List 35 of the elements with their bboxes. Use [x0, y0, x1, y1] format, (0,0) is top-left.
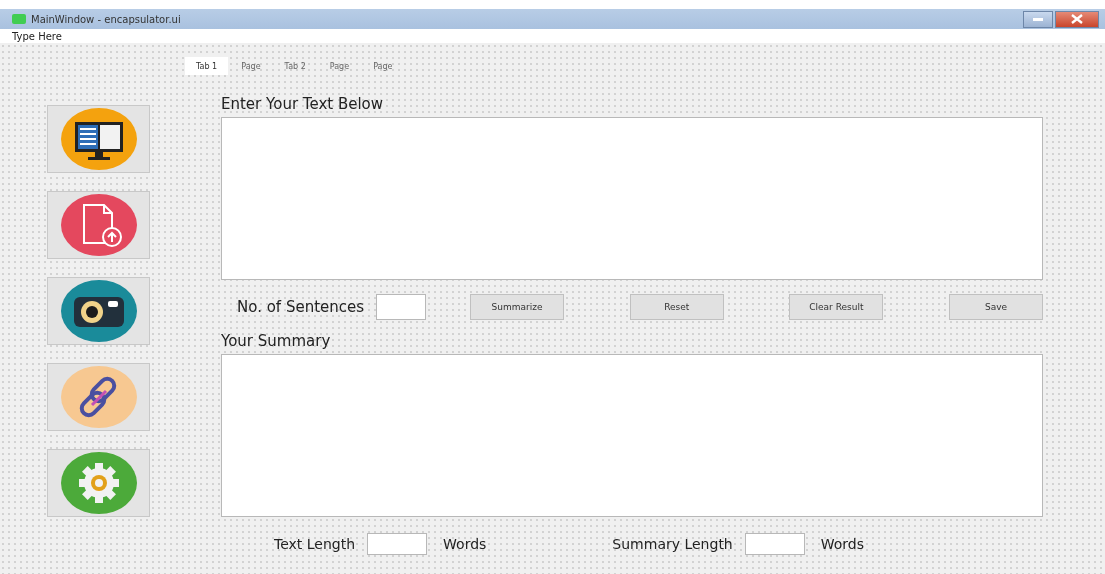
- action-button[interactable]: Summarize: [470, 294, 565, 320]
- minimize-button[interactable]: [1023, 10, 1053, 28]
- sidebar-button[interactable]: [47, 277, 150, 345]
- text-length-unit: Words: [443, 536, 487, 552]
- tab[interactable]: Page: [230, 57, 272, 75]
- document-upload-icon: [59, 193, 138, 257]
- summary-length-unit: Words: [820, 536, 865, 552]
- sentences-label: No. of Sentences: [237, 298, 365, 316]
- close-button[interactable]: [1055, 10, 1099, 28]
- input-label: Enter Your Text Below: [221, 95, 385, 113]
- minimize-icon: [1033, 17, 1043, 21]
- text-input-field[interactable]: [221, 117, 1043, 280]
- text-length-label: Text Length: [274, 536, 356, 552]
- tab[interactable]: Tab 2: [273, 57, 317, 75]
- summary-length-label: Summary Length: [612, 536, 733, 552]
- text-length-field[interactable]: [367, 533, 428, 555]
- summary-output-field[interactable]: [221, 354, 1043, 517]
- link-icon: [59, 365, 138, 429]
- sidebar-button[interactable]: [47, 105, 150, 173]
- sentences-field[interactable]: [376, 294, 427, 320]
- menu-item[interactable]: Type Here: [12, 30, 62, 42]
- tab[interactable]: Tab 1: [185, 57, 229, 75]
- monitor-icon: [59, 107, 138, 171]
- action-button[interactable]: Reset: [629, 294, 724, 320]
- settings-icon: [59, 451, 138, 515]
- tab[interactable]: Page: [318, 57, 361, 75]
- action-button[interactable]: Save: [949, 294, 1043, 320]
- close-icon: [1071, 14, 1083, 24]
- window-title: MainWindow - encapsulator.ui: [31, 13, 181, 25]
- camera-icon: [59, 279, 138, 343]
- tab[interactable]: Page: [362, 57, 404, 75]
- app-logo-icon: [12, 14, 26, 24]
- summary-length-field[interactable]: [744, 533, 805, 555]
- action-button[interactable]: Clear Result: [789, 294, 884, 320]
- summary-label: Your Summary: [221, 332, 332, 350]
